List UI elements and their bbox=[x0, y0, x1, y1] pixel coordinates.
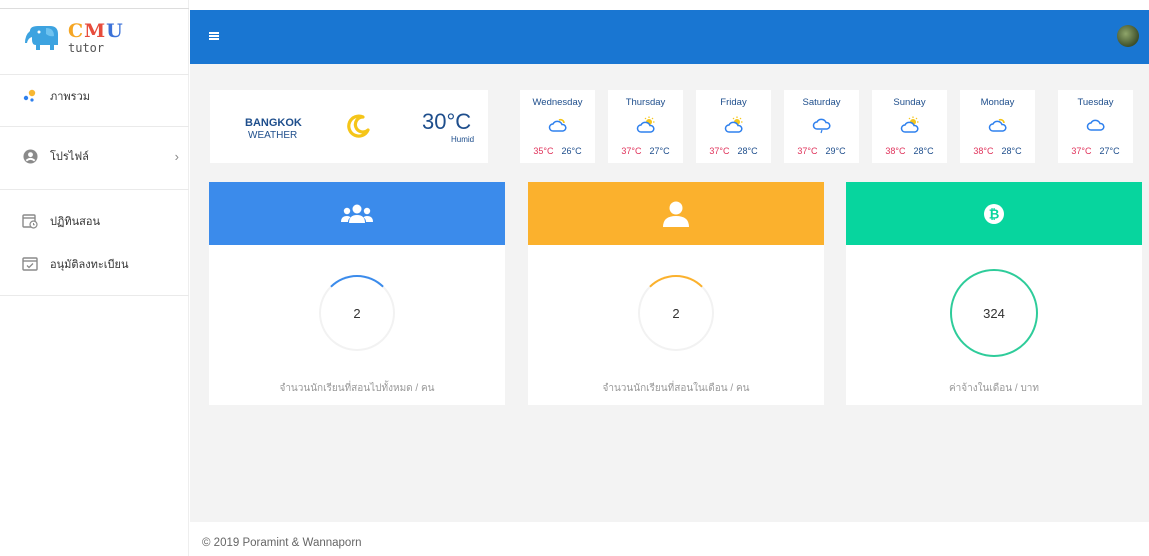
card-value: 2 bbox=[672, 305, 680, 321]
main-content: BANGKOK WEATHER 30°C Humid Wednesday 35°… bbox=[190, 64, 1149, 522]
forecast-day: Monday 38°C 28°C bbox=[960, 90, 1035, 163]
partly-cloudy-icon bbox=[988, 118, 1007, 132]
avatar[interactable] bbox=[1117, 25, 1139, 47]
forecast-day: Thursday 37°C 27°C bbox=[608, 90, 683, 163]
svg-text:₿: ₿ bbox=[989, 207, 1000, 222]
forecast-day-name: Monday bbox=[980, 97, 1015, 108]
forecast-day: Sunday 38°C 28°C bbox=[872, 90, 947, 163]
nav-divider bbox=[0, 126, 189, 127]
forecast-day-name: Thursday bbox=[625, 97, 666, 108]
sidebar: CMU tutor ภาพรวม โปรไฟล์ › ปฏิทินสอน อนุ… bbox=[0, 0, 189, 556]
forecast-low: 28°C bbox=[737, 146, 758, 156]
forecast-high: 35°C bbox=[533, 146, 554, 156]
sidebar-item-teaching-calendar[interactable]: ปฏิทินสอน bbox=[0, 213, 189, 229]
moon-icon bbox=[347, 114, 370, 138]
forecast-day: Saturday 37°C 29°C bbox=[784, 90, 859, 163]
weather-city: BANGKOK bbox=[245, 117, 302, 129]
sun-cloud-icon bbox=[900, 116, 919, 133]
user-circle-icon bbox=[22, 148, 38, 164]
forecast-day: Tuesday 37°C 27°C bbox=[1058, 90, 1133, 163]
nav-divider bbox=[0, 74, 189, 75]
weather-temp: 30°C bbox=[422, 109, 472, 134]
sidebar-item-label: ปฏิทินสอน bbox=[50, 216, 100, 228]
progress-ring: 324 bbox=[950, 269, 1038, 357]
cloud-rain-icon bbox=[812, 118, 831, 134]
users-icon bbox=[341, 204, 373, 223]
elephant-logo-icon bbox=[25, 26, 58, 50]
forecast-low: 27°C bbox=[649, 146, 670, 156]
card-label: ค่าจ้างในเดือน / บาท bbox=[948, 383, 1040, 394]
cloud-icon bbox=[1086, 119, 1105, 131]
forecast-day: Friday 37°C 28°C bbox=[696, 90, 771, 163]
forecast-high: 38°C bbox=[885, 146, 906, 156]
sun-cloud-icon bbox=[636, 116, 655, 133]
sidebar-item-label: ภาพรวม bbox=[50, 91, 91, 103]
footer-copyright: © 2019 Poramint & Wannaporn bbox=[202, 537, 362, 549]
forecast-day-name: Sunday bbox=[893, 97, 926, 108]
hamburger-menu-icon[interactable] bbox=[209, 32, 219, 40]
card-label: จำนวนนักเรียนที่สอนไปทั้งหมด / คน bbox=[279, 383, 435, 394]
stat-card-total-students: 2 จำนวนนักเรียนที่สอนไปทั้งหมด / คน bbox=[209, 182, 505, 405]
forecast-low: 28°C bbox=[1001, 146, 1022, 156]
forecast-day-name: Wednesday bbox=[532, 97, 583, 108]
user-icon bbox=[663, 201, 689, 227]
forecast-low: 27°C bbox=[1099, 146, 1120, 156]
logo-c: C bbox=[68, 20, 85, 42]
card-header bbox=[209, 182, 505, 245]
sidebar-item-overview[interactable]: ภาพรวม bbox=[0, 88, 189, 104]
bitcoin-icon: ₿ bbox=[984, 203, 1004, 224]
weather-condition: Humid bbox=[451, 135, 475, 144]
sidebar-top-divider bbox=[0, 8, 189, 9]
logo-u: U bbox=[106, 20, 124, 42]
weather-current: BANGKOK WEATHER 30°C Humid bbox=[210, 90, 488, 163]
forecast-day-name: Saturday bbox=[802, 97, 841, 108]
forecast-high: 38°C bbox=[973, 146, 994, 156]
nav-divider bbox=[0, 189, 189, 190]
card-value: 324 bbox=[983, 305, 1005, 321]
forecast-day-name: Tuesday bbox=[1077, 97, 1114, 108]
calendar-check-icon bbox=[22, 256, 38, 272]
partly-cloudy-icon bbox=[548, 118, 567, 132]
forecast-high: 37°C bbox=[621, 146, 642, 156]
forecast-low: 26°C bbox=[561, 146, 582, 156]
forecast-day: Wednesday 35°C 26°C bbox=[520, 90, 595, 163]
dots-icon bbox=[22, 88, 38, 104]
forecast-high: 37°C bbox=[797, 146, 818, 156]
forecast-low: 29°C bbox=[825, 146, 846, 156]
weather-label: WEATHER bbox=[248, 130, 298, 141]
logo[interactable]: CMU tutor bbox=[24, 22, 124, 54]
sidebar-item-approve-registration[interactable]: อนุมัติลงทะเบียน bbox=[0, 256, 189, 272]
stat-card-monthly-income: ₿ 324 ค่าจ้างในเดือน / บาท bbox=[846, 182, 1142, 405]
top-navbar bbox=[190, 10, 1149, 64]
progress-ring: 2 bbox=[319, 275, 395, 351]
chevron-right-icon: › bbox=[174, 148, 179, 164]
progress-ring: 2 bbox=[638, 275, 714, 351]
forecast-high: 37°C bbox=[1071, 146, 1092, 156]
nav-divider bbox=[0, 295, 189, 296]
sidebar-item-label: อนุมัติลงทะเบียน bbox=[50, 259, 129, 271]
card-header bbox=[528, 182, 824, 245]
card-header: ₿ bbox=[846, 182, 1142, 245]
forecast-high: 37°C bbox=[709, 146, 730, 156]
forecast-low: 28°C bbox=[913, 146, 934, 156]
forecast-day-name: Friday bbox=[720, 97, 747, 108]
logo-subtitle: tutor bbox=[68, 41, 105, 55]
sidebar-item-profile[interactable]: โปรไฟล์ › bbox=[0, 148, 189, 164]
calendar-clock-icon bbox=[22, 213, 38, 229]
card-value: 2 bbox=[353, 305, 361, 321]
stat-card-monthly-students: 2 จำนวนนักเรียนที่สอนในเดือน / คน bbox=[528, 182, 824, 405]
sidebar-item-label: โปรไฟล์ bbox=[50, 151, 89, 163]
sun-cloud-icon bbox=[724, 116, 743, 133]
card-label: จำนวนนักเรียนที่สอนในเดือน / คน bbox=[602, 383, 750, 394]
logo-m: M bbox=[84, 20, 107, 42]
